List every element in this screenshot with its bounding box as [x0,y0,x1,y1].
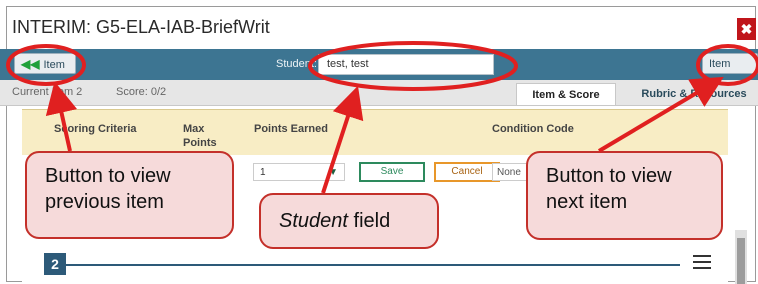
previous-item-callout: Button to view previous item [25,151,234,239]
score-text: Score: 0/2 [116,86,167,98]
question-number-badge: 2 [44,253,66,275]
tab-rubric-and-resources[interactable]: Rubric & Resources [630,83,758,105]
header-max-points: Max Points [183,123,217,149]
scrollbar-thumb[interactable] [737,238,745,284]
menu-icon[interactable] [693,255,711,269]
points-earned-value: 1 [260,167,266,178]
student-field-callout: Student field [259,193,439,249]
points-earned-select[interactable]: 1 ▼ [253,163,345,181]
next-item-button[interactable]: Item 3▶▶ [702,53,758,92]
dialog-title: INTERIM: G5-ELA-IAB-BriefWrit [12,17,270,37]
current-item-text: Current Item 2 [12,86,83,98]
student-callout-italic: Student [279,210,348,232]
student-field[interactable]: test, test [318,54,494,75]
save-button[interactable]: Save [359,162,425,182]
cancel-button[interactable]: Cancel [434,162,500,182]
close-icon[interactable]: ✖ [737,18,756,40]
header-points-earned: Points Earned [254,123,328,135]
previous-item-button[interactable]: ◀◀Item 1 [14,53,76,92]
next-item-callout: Button to view next item [526,151,723,240]
scoring-table-header: Scoring Criteria Max Points Points Earne… [22,109,728,157]
double-chevron-left-icon: ◀◀ [21,57,40,71]
student-callout-rest: field [347,210,391,232]
tab-item-and-score[interactable]: Item & Score [516,83,616,105]
question-divider [66,264,680,266]
item-status-bar: Current Item 2 Score: 0/2 Item & Score R… [0,80,758,106]
item-navigation-bar: ◀◀Item 1 Student: test, test Item 3▶▶ [0,49,758,92]
chevron-down-icon: ▼ [328,167,338,178]
header-condition-code: Condition Code [492,123,574,135]
student-label: Student: [276,58,317,70]
header-scoring-criteria: Scoring Criteria [54,123,137,135]
